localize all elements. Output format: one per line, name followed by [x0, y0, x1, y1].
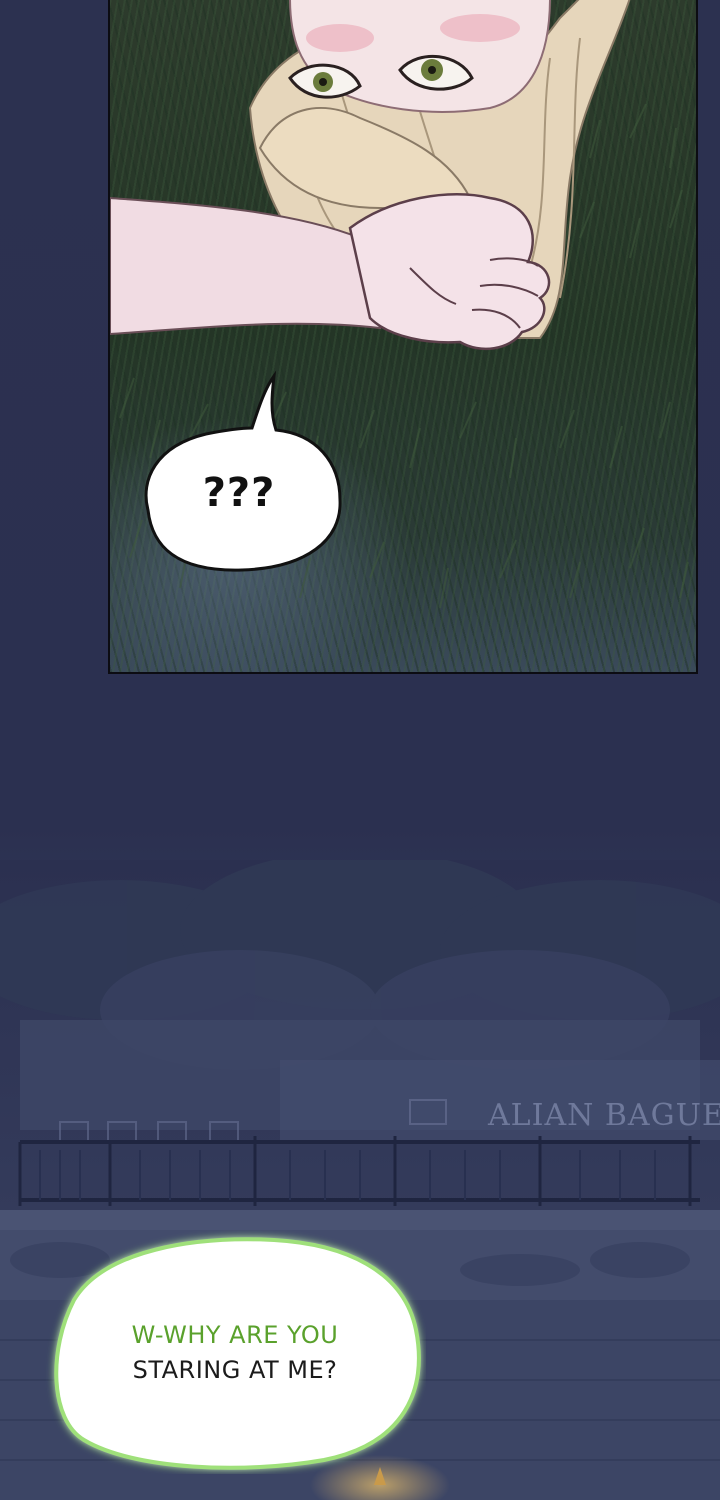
comic-page: ??? ALIAN BAGUE W-WHY ARE YOU STARING AT… [0, 0, 720, 1500]
speech-bubble-question: ??? [136, 370, 342, 575]
bubble-staring-line-2: STARING AT ME? [132, 1356, 338, 1384]
speech-bubble-staring: W-WHY ARE YOU STARING AT ME? [44, 1230, 426, 1474]
glow-bubble-shape [54, 1237, 421, 1470]
shop-sign-text: ALIAN BAGUE [488, 1098, 720, 1133]
bubble-staring-line-1: W-WHY ARE YOU [131, 1321, 339, 1349]
bubble-question-text: ??? [202, 470, 276, 516]
